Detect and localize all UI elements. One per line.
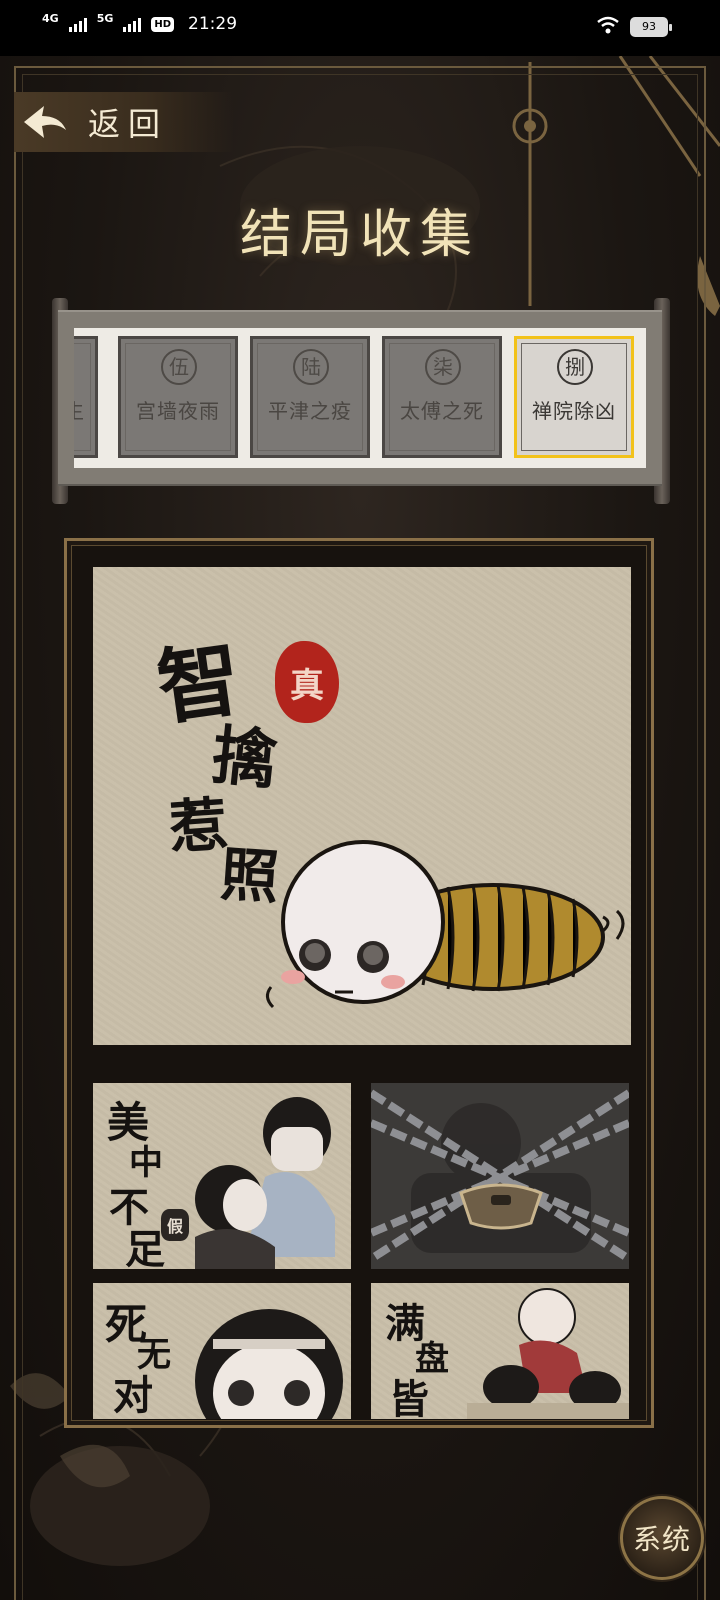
chapter-tab-6[interactable]: 陆 平津之疫 [250,336,370,458]
ending-seal-true: 真 [275,641,339,723]
ending-card-3[interactable]: 死 无 对 [93,1283,351,1419]
ending-title-char: 惹 [167,790,230,862]
chapter-seal-icon: 柒 [425,349,461,385]
ending-title-char: 皆 [389,1376,429,1419]
chapter-seal-icon: 捌 [557,349,593,385]
chapter-tab-7[interactable]: 柒 太傅之死 [382,336,502,458]
chapter-tab-label: 宫墙夜雨 [136,399,220,423]
signal-strength-icon [68,16,87,32]
chapter-tab-list[interactable]: 生 伍 宫墙夜雨 陆 平津之疫 柒 太傅之死 捌 禅院除凶 [74,328,646,468]
character-portrait-illustration [195,1309,343,1419]
ending-card-2-locked[interactable] [371,1083,629,1269]
chapter-tab-5[interactable]: 伍 宫墙夜雨 [118,336,238,458]
featured-ending-card[interactable]: 智 擒 惹 照 真 [93,567,631,1045]
characters-illustration [195,1097,335,1269]
chapter-tab-partial[interactable]: 生 [74,336,98,458]
ending-card-1[interactable]: 美 中 不 足 假 [93,1083,351,1269]
network-4g-label: 4G [42,11,59,25]
chapter-tab-label: 生 [74,395,95,424]
hd-voice-badge: HD [151,16,175,32]
locked-chains-icon [371,1083,629,1269]
back-label: 返回 [88,105,169,143]
battery-icon: 93 [630,17,672,37]
monk-rolled-in-mat-illustration [266,840,625,1009]
chapter-tab-label: 平津之疫 [268,399,352,423]
wifi-icon [596,16,620,38]
signal-strength-icon [123,16,142,32]
chapter-seal-icon: 伍 [161,349,197,385]
monk-scene-illustration [467,1288,629,1419]
network-5g-label: 5G [96,11,114,25]
status-bar: 4G 5G HD 21:29 93 [0,0,720,56]
status-time: 21:29 [188,14,238,34]
ending-gallery: 智 擒 惹 照 真 美 中 不 足 假 死 无 对 满 盘 皆 [64,538,654,1428]
back-button[interactable]: 返回 [14,92,234,152]
ending-title-char: 足 [125,1226,165,1269]
page-title: 结局收集 [239,205,480,265]
chapter-seal-icon: 陆 [293,349,329,385]
system-menu-label: 系统 [632,1523,691,1556]
chapter-tab-label: 太傅之死 [400,399,484,423]
ending-card-4[interactable]: 满 盘 皆 [371,1283,629,1419]
back-arrow-icon [14,94,74,150]
chapter-tab-8-selected[interactable]: 捌 禅院除凶 [514,336,634,458]
ending-title-char: 对 [113,1372,153,1419]
system-menu-button[interactable]: 系统 [620,1496,704,1580]
chapter-tab-label: 禅院除凶 [532,399,616,423]
